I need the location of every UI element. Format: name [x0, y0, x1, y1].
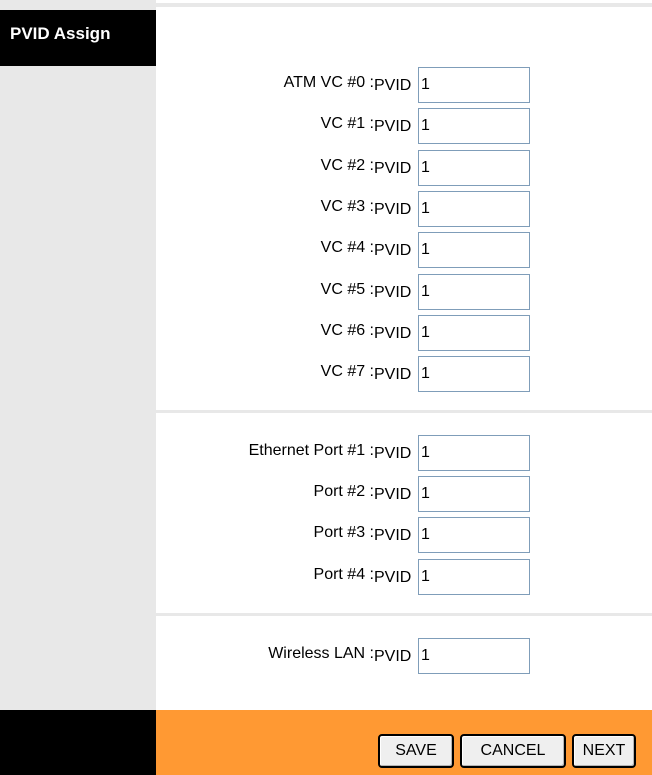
row-label: VC #7 : — [320, 363, 374, 380]
pvid-label: PVID — [374, 242, 412, 259]
pvid-row-vc5: VC #5 : PVID — [156, 274, 652, 310]
pvid-input-vc7[interactable] — [418, 356, 530, 392]
pvid-label: PVID — [374, 201, 412, 218]
pvid-label: PVID — [374, 648, 412, 665]
pvid-input-vc2[interactable] — [418, 150, 530, 186]
pvid-input-vc6[interactable] — [418, 315, 530, 351]
pvid-input-wireless-lan[interactable] — [418, 638, 530, 674]
pvid-label: PVID — [374, 118, 412, 135]
pvid-row-vc7: VC #7 : PVID — [156, 356, 652, 392]
pvid-row-vc3: VC #3 : PVID — [156, 191, 652, 227]
section-divider — [156, 410, 652, 413]
section-title: PVID Assign — [0, 10, 156, 66]
pvid-label: PVID — [374, 486, 412, 503]
pvid-label: PVID — [374, 325, 412, 342]
pvid-row-vc6: VC #6 : PVID — [156, 315, 652, 351]
pvid-row-atm-vc0: ATM VC #0 : PVID — [156, 67, 652, 103]
pvid-label: PVID — [374, 527, 412, 544]
pvid-row-vc1: VC #1 : PVID — [156, 108, 652, 144]
section-divider — [156, 613, 652, 616]
pvid-input-vc5[interactable] — [418, 274, 530, 310]
row-label: VC #2 : — [320, 157, 374, 174]
pvid-row-vc4: VC #4 : PVID — [156, 232, 652, 268]
row-label: VC #1 : — [320, 115, 374, 132]
save-button[interactable]: SAVE — [378, 734, 454, 768]
row-label: Port #2 : — [313, 483, 374, 500]
pvid-label: PVID — [374, 160, 412, 177]
row-label: VC #5 : — [320, 281, 374, 298]
pvid-input-vc3[interactable] — [418, 191, 530, 227]
pvid-label: PVID — [374, 366, 412, 383]
pvid-input-vc4[interactable] — [418, 232, 530, 268]
pvid-input-vc0[interactable] — [418, 67, 530, 103]
pvid-label: PVID — [374, 77, 412, 94]
pvid-input-vc1[interactable] — [418, 108, 530, 144]
row-label: VC #4 : — [320, 239, 374, 256]
pvid-input-port1[interactable] — [418, 435, 530, 471]
cancel-button[interactable]: CANCEL — [460, 734, 566, 768]
left-panel — [0, 0, 156, 710]
pvid-row-port2: Port #2 : PVID — [156, 476, 652, 512]
pvid-label: PVID — [374, 284, 412, 301]
pvid-label: PVID — [374, 569, 412, 586]
row-label: Port #3 : — [313, 524, 374, 541]
pvid-row-wireless-lan: Wireless LAN : PVID — [156, 638, 652, 674]
pvid-row-port3: Port #3 : PVID — [156, 517, 652, 553]
row-label: Port #4 : — [313, 566, 374, 583]
row-label: VC #6 : — [320, 322, 374, 339]
footer-bar: SAVE CANCEL NEXT — [156, 710, 652, 775]
pvid-label: PVID — [374, 445, 412, 462]
pvid-row-vc2: VC #2 : PVID — [156, 150, 652, 186]
next-button[interactable]: NEXT — [572, 734, 636, 768]
pvid-row-port4: Port #4 : PVID — [156, 559, 652, 595]
row-label: ATM VC #0 : — [283, 74, 374, 91]
row-label: Ethernet Port #1 : — [248, 442, 374, 459]
row-label: Wireless LAN : — [268, 645, 374, 662]
pvid-input-port2[interactable] — [418, 476, 530, 512]
pvid-input-port4[interactable] — [418, 559, 530, 595]
pvid-row-ethernet-port1: Ethernet Port #1 : PVID — [156, 435, 652, 471]
top-divider — [156, 3, 652, 7]
row-label: VC #3 : — [320, 198, 374, 215]
pvid-input-port3[interactable] — [418, 517, 530, 553]
footer-left — [0, 710, 156, 775]
